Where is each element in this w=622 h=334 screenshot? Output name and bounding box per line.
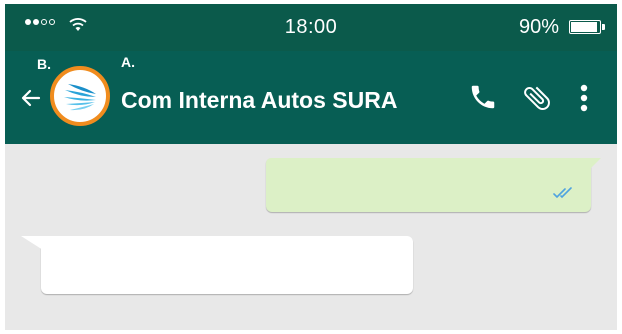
phone-screen: 18:00 90% B. A. Com Interna Autos SURA xyxy=(5,4,617,330)
phone-icon[interactable] xyxy=(468,82,498,112)
outgoing-message-bubble[interactable] xyxy=(266,158,601,212)
battery-percent: 90% xyxy=(518,16,559,38)
battery-icon xyxy=(569,20,605,34)
chat-area[interactable] xyxy=(5,144,617,330)
chat-header: B. A. Com Interna Autos SURA xyxy=(5,51,617,144)
chat-title[interactable]: Com Interna Autos SURA xyxy=(121,87,397,114)
bubble-tail xyxy=(21,236,43,250)
incoming-message-bubble[interactable] xyxy=(21,236,413,294)
sura-logo-icon xyxy=(64,84,96,111)
status-bar: 18:00 90% xyxy=(5,4,617,51)
double-check-read-icon xyxy=(553,187,572,199)
bubble-tail xyxy=(589,158,601,170)
back-arrow-icon[interactable] xyxy=(19,86,43,110)
contact-avatar[interactable] xyxy=(50,66,110,126)
more-vertical-icon[interactable] xyxy=(576,82,592,114)
paperclip-icon[interactable] xyxy=(521,82,553,114)
annotation-b: B. xyxy=(37,56,51,72)
annotation-a: A. xyxy=(121,54,135,70)
